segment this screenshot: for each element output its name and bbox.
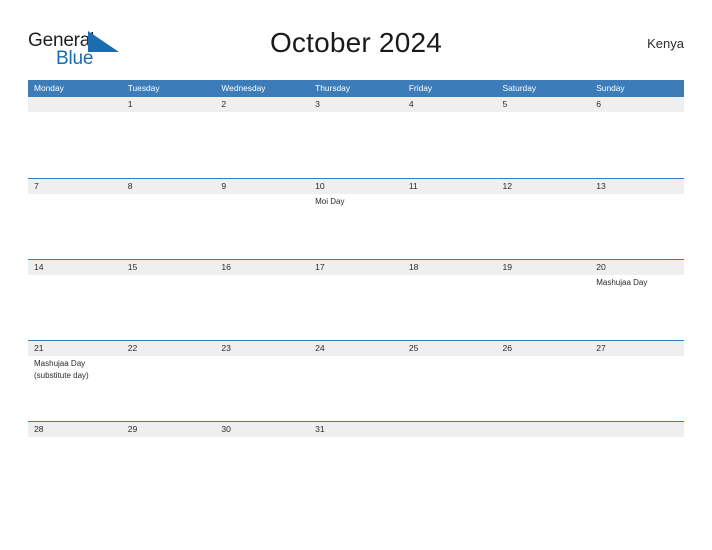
day-cell-21[interactable]: 21 Mashujaa Day (substitute day) (28, 341, 122, 421)
day-cell-1[interactable]: 1 (122, 97, 216, 178)
page-title: October 2024 (269, 27, 443, 58)
week-days: 1 2 3 4 5 6 (28, 97, 684, 178)
day-number: 9 (221, 181, 227, 191)
day-cell-5[interactable]: 5 (497, 97, 591, 178)
week-days: 28 29 30 31 (28, 422, 684, 459)
day-cell-9[interactable]: 9 (215, 179, 309, 259)
weekday-header-sunday: Sunday (596, 83, 625, 93)
holiday-label: Moi Day (315, 197, 345, 206)
region-label: Kenya (647, 36, 684, 51)
day-cell-8[interactable]: 8 (122, 179, 216, 259)
day-cell-22[interactable]: 22 (122, 341, 216, 421)
day-number: 26 (502, 343, 513, 353)
day-cell-11[interactable]: 11 (403, 179, 497, 259)
day-cell-25[interactable]: 25 (403, 341, 497, 421)
day-cell-30[interactable]: 30 (215, 422, 309, 459)
day-number: 21 (34, 343, 44, 353)
day-number: 17 (315, 262, 325, 272)
day-number: 1 (127, 99, 133, 109)
day-number: 12 (502, 181, 513, 191)
day-number: 7 (34, 181, 39, 191)
day-cell-24[interactable]: 24 (309, 341, 403, 421)
day-cell-empty (28, 97, 122, 178)
day-cell-4[interactable]: 4 (403, 97, 497, 178)
calendar-grid: Monday Tuesday Wednesday Thursday Friday… (28, 80, 684, 459)
day-cell-17[interactable]: 17 (309, 260, 403, 340)
holiday-label: Mashujaa Day (34, 359, 86, 368)
day-number: 5 (502, 99, 508, 109)
day-number: 29 (127, 424, 138, 434)
day-number: 14 (34, 262, 44, 272)
week-days: 14 15 16 17 18 19 20 Mashujaa Day (28, 260, 684, 340)
day-number: 15 (127, 262, 138, 272)
day-events: Mashujaa Day (596, 277, 684, 289)
weekday-header-row: Monday Tuesday Wednesday Thursday Friday… (28, 80, 684, 97)
day-cell-14[interactable]: 14 (28, 260, 122, 340)
day-cell-23[interactable]: 23 (215, 341, 309, 421)
weekday-header-thursday: Thursday (315, 83, 351, 93)
day-cell-29[interactable]: 29 (122, 422, 216, 459)
calendar-page: General Blue October 2024 Kenya Monday T… (0, 0, 712, 550)
day-number: 11 (408, 181, 418, 191)
day-number: 28 (34, 424, 44, 434)
weekday-header-saturday: Saturday (502, 83, 537, 93)
day-cell-20[interactable]: 20 Mashujaa Day (590, 260, 684, 340)
day-cell-28[interactable]: 28 (28, 422, 122, 459)
day-number: 22 (127, 343, 138, 353)
weekday-header-tuesday: Tuesday (127, 83, 160, 93)
day-number: 10 (315, 181, 325, 191)
calendar-week-row: 14 15 16 17 18 19 20 Mashujaa Day (28, 259, 684, 340)
calendar-week-row: 21 Mashujaa Day (substitute day) 22 23 24 25 26… (28, 340, 684, 421)
day-number: 24 (315, 343, 325, 353)
day-cell-empty (590, 422, 684, 459)
weekday-header-friday: Friday (408, 83, 433, 93)
day-cell-27[interactable]: 27 (590, 341, 684, 421)
day-cell-18[interactable]: 18 (403, 260, 497, 340)
day-number: 19 (502, 262, 513, 272)
weekday-header-wednesday: Wednesday (221, 83, 266, 93)
day-cell-19[interactable]: 19 (497, 260, 591, 340)
day-cell-empty (497, 422, 591, 459)
day-cell-7[interactable]: 7 (28, 179, 122, 259)
calendar-week-row: 28 29 30 31 (28, 421, 684, 459)
day-events: Mashujaa Day (substitute day) (34, 358, 122, 381)
weekday-header-monday: Monday (34, 83, 64, 93)
day-number: 18 (408, 262, 419, 272)
holiday-label: Mashujaa Day (596, 278, 648, 287)
week-days: 21 Mashujaa Day (substitute day) 22 23 24 25 26… (28, 341, 684, 421)
day-cell-3[interactable]: 3 (309, 97, 403, 178)
day-cell-31[interactable]: 31 (309, 422, 403, 459)
day-number: 13 (596, 181, 606, 191)
day-cell-16[interactable]: 16 (215, 260, 309, 340)
day-number: 8 (127, 181, 133, 191)
calendar-weeks: 1 2 3 4 5 6 7 8 9 10 Moi Day 11 12 13 14 15 16 17 18 19 20 Ma… (28, 97, 684, 459)
day-number: 2 (221, 99, 227, 109)
day-cell-12[interactable]: 12 (497, 179, 591, 259)
day-number: 4 (408, 99, 414, 109)
day-number: 3 (315, 99, 320, 109)
day-number: 20 (596, 262, 606, 272)
day-number: 31 (315, 424, 325, 434)
week-days: 7 8 9 10 Moi Day 11 12 13 (28, 179, 684, 259)
day-number: 30 (221, 424, 231, 434)
day-cell-10[interactable]: 10 Moi Day (309, 179, 403, 259)
day-number: 25 (408, 343, 419, 353)
day-number: 16 (221, 262, 231, 272)
day-number: 27 (596, 343, 606, 353)
day-number: 6 (596, 99, 601, 109)
day-events: Moi Day (315, 196, 403, 208)
day-cell-13[interactable]: 13 (590, 179, 684, 259)
day-cell-26[interactable]: 26 (497, 341, 591, 421)
day-cell-15[interactable]: 15 (122, 260, 216, 340)
day-cell-empty (403, 422, 497, 459)
page-header: General Blue October 2024 Kenya (28, 22, 684, 74)
day-cell-2[interactable]: 2 (215, 97, 309, 178)
calendar-week-row: 7 8 9 10 Moi Day 11 12 13 (28, 178, 684, 259)
calendar-week-row: 1 2 3 4 5 6 (28, 97, 684, 178)
day-number: 23 (221, 343, 231, 353)
holiday-label: (substitute day) (34, 370, 89, 380)
day-cell-6[interactable]: 6 (590, 97, 684, 178)
